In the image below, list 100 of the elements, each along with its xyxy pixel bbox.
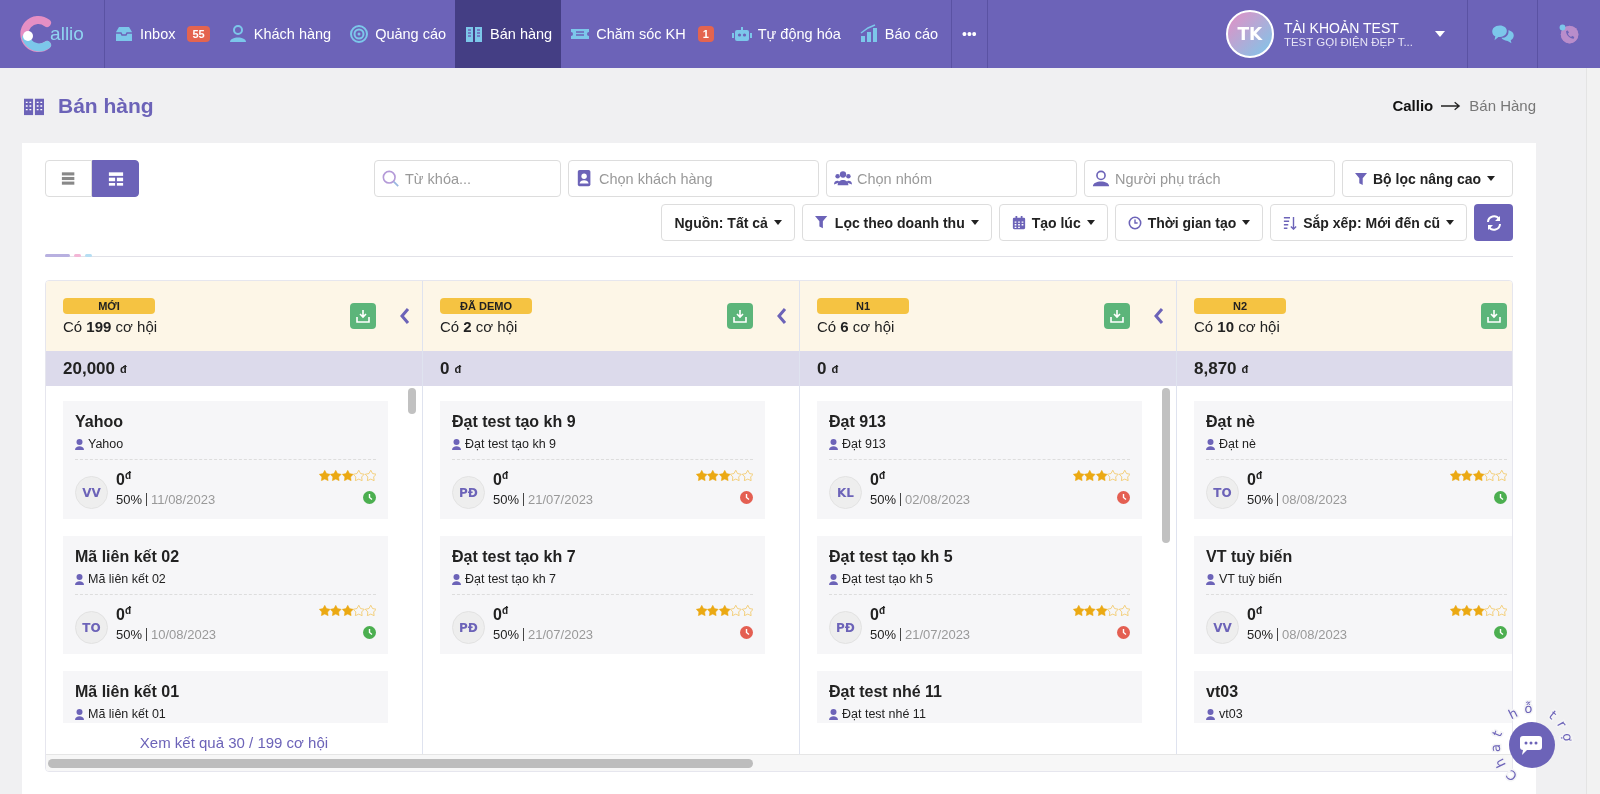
view-more-link[interactable]: Xem kết quả 30 / 199 cơ hội	[139, 733, 329, 751]
card-date: 08/08/2023	[1277, 628, 1348, 642]
star-filled-icon	[1472, 470, 1484, 481]
star-filled-icon	[341, 470, 353, 481]
customer-name: Đạt 913	[842, 437, 886, 451]
more-button[interactable]: •••	[951, 0, 988, 68]
card-amount: 0$^{đ}$	[116, 470, 132, 490]
board-view-button[interactable]	[92, 160, 139, 197]
clock-icon	[1127, 215, 1142, 230]
probability: 50%	[1247, 492, 1274, 508]
caret-icon	[1487, 176, 1496, 181]
nav-tab[interactable]: Tự động hóa	[722, 0, 850, 68]
breadcrumb-item[interactable]: Callio	[1392, 97, 1434, 114]
download-button[interactable]	[1481, 303, 1507, 329]
download-button[interactable]	[350, 303, 376, 329]
star-filled-icon	[1072, 470, 1084, 481]
star-filled-icon	[1084, 470, 1096, 481]
opportunity-card[interactable]: Mã liên kết 02 Mã liên kết 02 TO 0$^{đ}$ 50% 10/08/2023	[63, 536, 388, 654]
star-filled-icon	[1072, 605, 1084, 616]
card-amount: 0$^{đ}$	[870, 470, 886, 490]
list-view-button[interactable]	[45, 160, 92, 197]
progress-dashes-drawing	[45, 254, 95, 257]
filter-dropdown[interactable]: Thời gian tạo	[1114, 204, 1264, 241]
opportunity-card[interactable]: Đạt test tạo kh 9 Đạt test tạo kh 9 PĐ 0$^{đ}$ 50% 21/07/2023	[440, 401, 765, 519]
opportunity-card[interactable]: Đạt 913 Đạt 913 KL 0$^{đ}$ 50% 02/08/2023	[817, 401, 1142, 519]
card-date: 21/07/2023	[523, 493, 594, 507]
opportunity-card[interactable]: Đạt test tạo kh 7 Đạt test tạo kh 7 PĐ 0$^{đ}$ 50% 21/07/2023	[440, 536, 765, 654]
search-icon	[382, 170, 400, 188]
card-date: 21/07/2023	[900, 628, 971, 642]
download-button[interactable]	[727, 303, 753, 329]
star-filled-icon	[1449, 470, 1461, 481]
star-empty-icon	[1495, 470, 1507, 481]
select-field[interactable]: Chọn nhóm	[826, 160, 1077, 197]
nav-tab[interactable]: Khách hàng	[218, 0, 341, 68]
owner-avatar: KL	[829, 476, 862, 509]
chevron-left-icon[interactable]	[1154, 308, 1164, 324]
nav-tab[interactable]: Bán hàng	[455, 0, 562, 68]
opportunity-card[interactable]: Mã liên kết 01 Mã liên kết 01	[63, 671, 388, 723]
probability: 50%	[1247, 627, 1274, 643]
card-title: Đạt test tạo kh 5	[829, 548, 954, 566]
star-empty-icon	[741, 605, 753, 616]
card-title: vt03	[1206, 683, 1240, 701]
card-title: Đạt test nhé 11	[829, 683, 943, 701]
star-filled-icon	[695, 605, 707, 616]
star-filled-icon	[1449, 605, 1461, 616]
nav-tab[interactable]: Báo cáo	[849, 0, 948, 68]
user-icon	[452, 573, 461, 585]
card-date: 02/08/2023	[900, 493, 971, 507]
select-field[interactable]: Người phụ trách	[1084, 160, 1335, 197]
count-badge: 55	[187, 26, 210, 42]
refresh-button[interactable]	[1474, 204, 1513, 241]
download-button[interactable]	[1104, 303, 1130, 329]
card-amount: 0$^{đ}$	[1247, 470, 1263, 490]
opportunity-card[interactable]: Đạt test nhé 11 Đạt test nhé 11	[817, 671, 1142, 723]
opportunity-card[interactable]: Đạt nè Đạt nè TO 0$^{đ}$ 50% 08/08/2023	[1194, 401, 1512, 519]
filter-dropdown[interactable]: Lọc theo doanh thu	[801, 204, 992, 241]
card-title: VT tuỳ biến	[1206, 548, 1294, 566]
customer-name: Mã liên kết 01	[88, 707, 166, 721]
robot-icon	[731, 24, 752, 44]
owner-avatar: PĐ	[452, 611, 485, 644]
download-icon	[1487, 309, 1501, 323]
chevron-left-icon[interactable]	[400, 308, 410, 324]
select-field[interactable]: Chọn khách hàng	[568, 160, 819, 197]
star-filled-icon	[341, 605, 353, 616]
caret-icon	[1435, 31, 1445, 37]
caret-icon	[1446, 220, 1454, 225]
filter-dropdown[interactable]: Sắp xếp: Mới đến cũ	[1270, 204, 1467, 241]
star-filled-icon	[707, 470, 719, 481]
calendar-icon	[1011, 215, 1026, 230]
star-filled-icon	[707, 605, 719, 616]
owner-avatar: PĐ	[829, 611, 862, 644]
advanced-filter-dropdown[interactable]: Bộ lọc nâng cao	[1342, 160, 1513, 197]
star-filled-icon	[318, 605, 330, 616]
opportunity-count: Có 2 cơ hội	[440, 317, 518, 335]
stage-tag: ĐÃ DEMO	[440, 297, 532, 314]
owner-avatar: TO	[1206, 476, 1239, 509]
user-icon	[75, 708, 84, 720]
vertical-scrollbar[interactable]	[1162, 388, 1170, 543]
caret-icon	[1242, 220, 1251, 225]
download-icon	[1110, 309, 1124, 323]
probability: 50%	[493, 492, 520, 508]
nav-tab[interactable]: Chăm sóc KH 1	[561, 0, 723, 68]
account-menu[interactable]: TK TÀI KHOẢN TEST TEST GỌI ĐIỆN ĐẸP T...	[1225, 0, 1468, 68]
opportunity-card[interactable]: Yahoo Yahoo VV 0$^{đ}$ 50% 11/08/2023	[63, 401, 388, 519]
probability: 50%	[870, 492, 897, 508]
chevron-left-icon[interactable]	[777, 308, 787, 324]
filter-dropdown[interactable]: Nguồn: Tất cả	[661, 204, 795, 241]
opportunity-card[interactable]: Đạt test tạo kh 5 Đạt test tạo kh 5 PĐ 0$^{đ}$ 50% 21/07/2023	[817, 536, 1142, 654]
filter-dropdown[interactable]: Tạo lúc	[998, 204, 1108, 241]
vertical-scrollbar[interactable]	[408, 388, 416, 414]
user-icon	[452, 438, 461, 450]
opportunity-card[interactable]: VT tuỳ biến VT tuỳ biến VV 0$^{đ}$ 50% 08/08/2023	[1194, 536, 1512, 654]
nav-tab[interactable]: Inbox 55	[105, 0, 219, 68]
breadcrumb-item: Bán Hàng	[1469, 97, 1536, 114]
sort-icon	[1283, 215, 1298, 230]
nav-tab[interactable]: Quảng cáo	[340, 0, 456, 68]
funnel-icon	[1355, 172, 1367, 185]
count-badge: 1	[697, 26, 714, 42]
card-date: 10/08/2023	[146, 628, 217, 642]
search-field[interactable]: Từ khóa...	[374, 160, 561, 197]
